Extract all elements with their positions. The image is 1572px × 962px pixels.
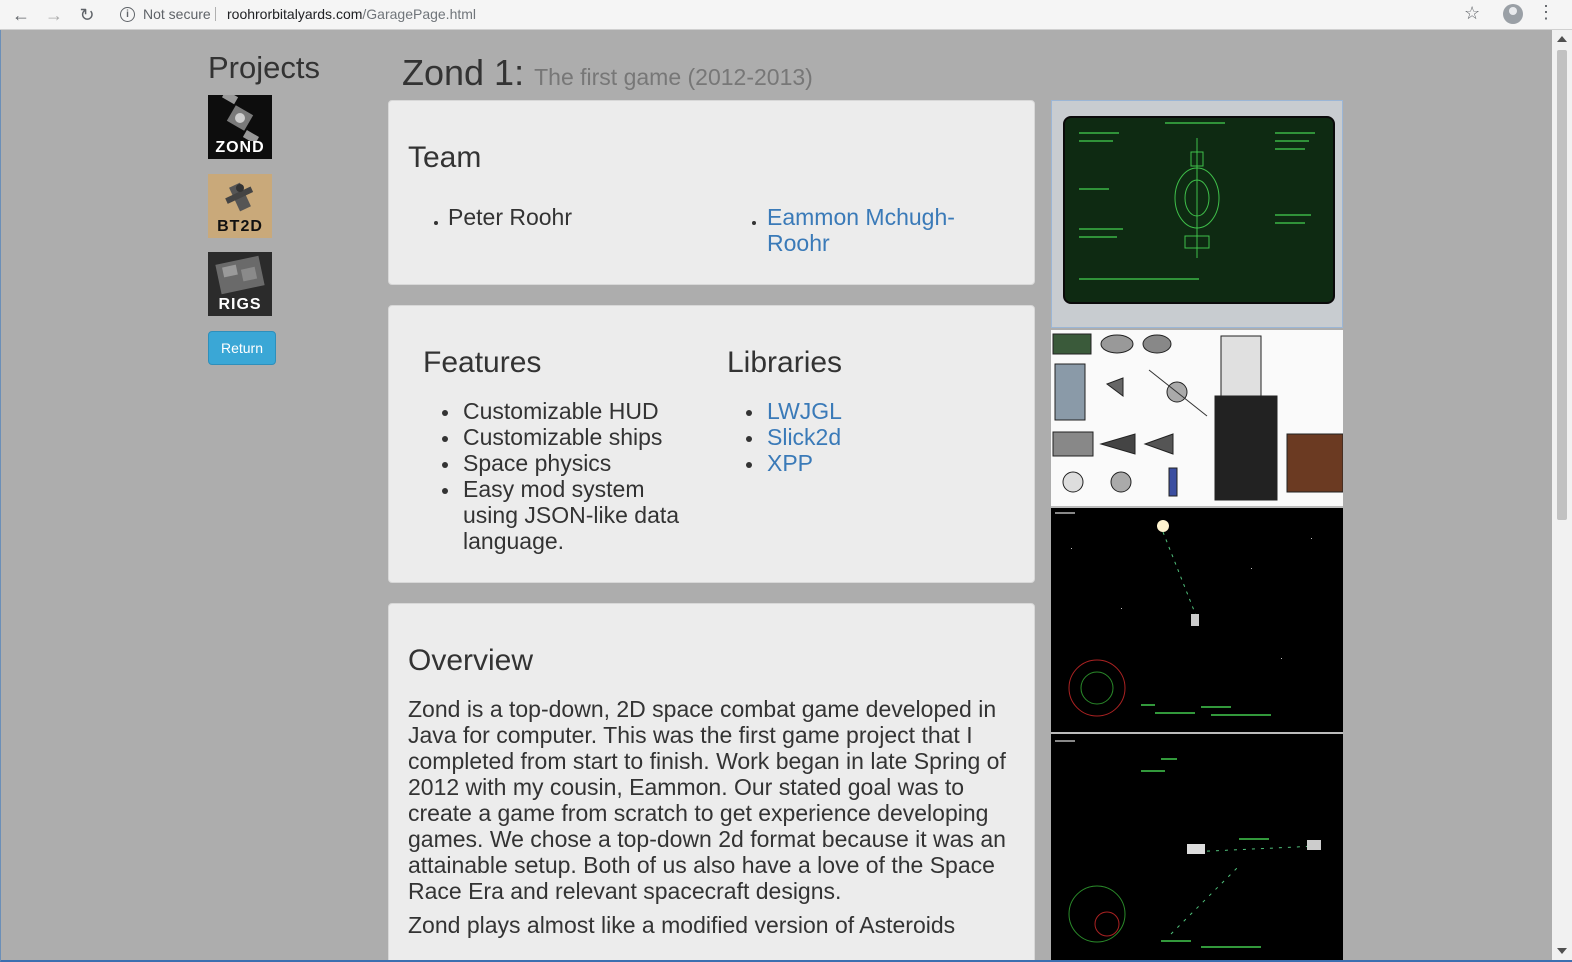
overview-body: Zond is a top-down, 2D space combat game…	[408, 696, 1018, 946]
url-text[interactable]: roohrorbitalyards.com/GaragePage.html	[227, 2, 476, 26]
scrollbar-thumb[interactable]	[1557, 50, 1567, 520]
features-card: Features Customizable HUD Customizable s…	[388, 305, 1035, 583]
feature-item-cont: language.	[463, 528, 565, 554]
bookmark-star-icon[interactable]: ☆	[1464, 3, 1480, 24]
project-thumb-bt2d[interactable]: BT2D	[208, 174, 272, 238]
library-link-xpp[interactable]: XPP	[767, 450, 813, 476]
feature-item: Space physics	[463, 450, 612, 476]
scroll-down-arrow-icon[interactable]	[1557, 948, 1567, 954]
security-label: Not secure	[143, 6, 211, 22]
profile-avatar-icon[interactable]	[1503, 4, 1523, 24]
space-combat-graphic	[1055, 512, 1312, 717]
list-bullet	[442, 410, 448, 416]
url-path: /GaragePage.html	[362, 6, 477, 22]
back-arrow-icon[interactable]: ←	[10, 4, 32, 26]
page-subtitle: The first game (2012-2013)	[534, 64, 813, 90]
info-icon[interactable]: i	[120, 7, 135, 22]
list-bullet	[442, 488, 448, 494]
list-bullet	[442, 436, 448, 442]
projects-heading: Projects	[208, 50, 320, 85]
satellite-icon	[221, 95, 260, 144]
spaceship-icon	[225, 182, 254, 212]
page-viewport: Projects ZOND BT2D RIGS Return Zond 1: T…	[0, 30, 1572, 962]
address-bar[interactable]: i Not secure roohrorbitalyards.com/Garag…	[110, 2, 1500, 26]
feature-item: Customizable ships	[463, 424, 663, 450]
team-member-peter: Peter Roohr	[448, 204, 573, 230]
overview-heading: Overview	[408, 644, 534, 677]
list-bullet	[752, 221, 756, 225]
gameplay-screenshot-1[interactable]	[1051, 506, 1343, 732]
overview-paragraph: Zond is a top-down, 2D space combat game…	[408, 696, 1006, 904]
team-member-eammon-link[interactable]: Eammon Mchugh-	[767, 204, 955, 230]
hud-screen-image	[1063, 116, 1335, 304]
space-combat-graphic-2	[1055, 740, 1321, 948]
reload-icon[interactable]: ↻	[76, 4, 98, 26]
libraries-heading: Libraries	[727, 346, 843, 379]
overview-card: Overview Zond is a top-down, 2D space co…	[388, 603, 1035, 960]
url-host: roohrorbitalyards.com	[227, 6, 363, 22]
team-card: Team Peter Roohr Eammon Mchugh- Roohr	[388, 100, 1035, 285]
page-title: Zond 1: The first game (2012-2013)	[402, 52, 813, 94]
ship-parts-screenshot[interactable]	[1051, 330, 1343, 506]
address-separator	[215, 7, 216, 21]
project-thumb-rigs[interactable]: RIGS	[208, 252, 272, 316]
project-label-zond: ZOND	[215, 139, 265, 156]
ship-parts-graphic	[1052, 333, 1343, 501]
scroll-up-arrow-icon[interactable]	[1557, 36, 1567, 42]
menu-kebab-icon[interactable]: ⋮	[1537, 2, 1555, 23]
browser-toolbar: ← → ↻ i Not secure roohrorbitalyards.com…	[0, 0, 1572, 30]
list-bullet	[746, 436, 752, 442]
library-link-slick2d[interactable]: Slick2d	[767, 424, 841, 450]
page-scrollbar[interactable]	[1552, 30, 1572, 960]
features-heading: Features	[423, 346, 542, 379]
team-heading: Team	[408, 141, 482, 174]
list-bullet	[434, 221, 438, 225]
gameplay-screenshot-2[interactable]	[1051, 732, 1343, 960]
list-bullet	[442, 462, 448, 468]
team-member-eammon-link-cont[interactable]: Roohr	[767, 230, 830, 256]
list-bullet	[746, 410, 752, 416]
project-label-bt2d: BT2D	[217, 218, 263, 235]
library-link-lwjgl[interactable]: LWJGL	[767, 398, 842, 424]
feature-item-cont: using JSON-like data	[463, 502, 680, 528]
rig-vehicle-icon	[215, 255, 265, 295]
overview-paragraph: Zond plays almost like a modified versio…	[408, 912, 956, 938]
project-thumb-zond[interactable]: ZOND	[208, 95, 272, 159]
list-bullet	[746, 462, 752, 468]
return-button[interactable]: Return	[208, 331, 276, 365]
project-label-rigs: RIGS	[218, 296, 262, 313]
hud-screenshot[interactable]	[1051, 100, 1343, 328]
page-title-main: Zond 1:	[402, 52, 525, 93]
feature-item: Easy mod system	[463, 476, 645, 502]
feature-item: Customizable HUD	[463, 398, 659, 424]
ship-wireframe-graphic	[1079, 122, 1315, 280]
forward-arrow-icon[interactable]: →	[43, 4, 65, 26]
